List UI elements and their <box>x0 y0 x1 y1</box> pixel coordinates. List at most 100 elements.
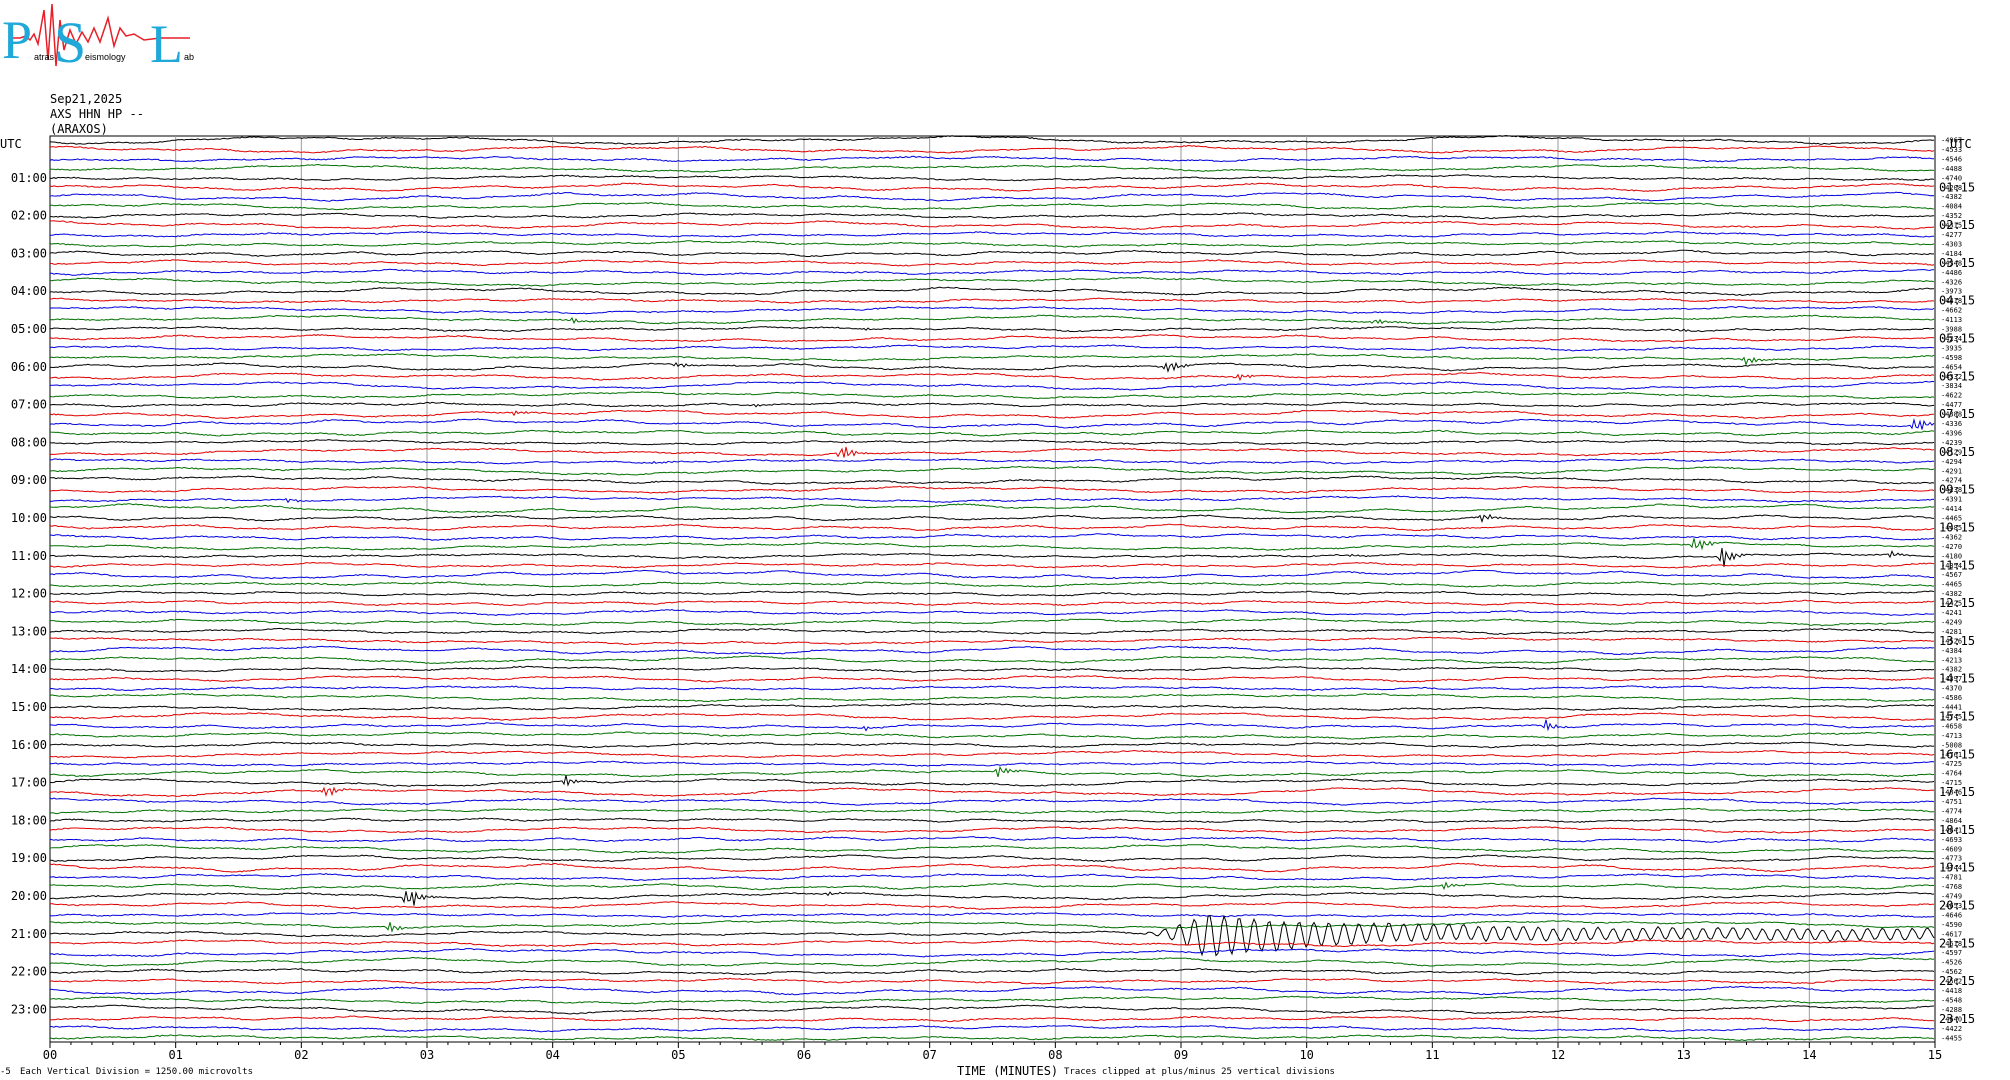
hour-label-right: 03:15 <box>1939 256 1975 270</box>
trace-56 <box>49 665 1935 673</box>
trace-11 <box>49 240 1935 248</box>
trace-58 <box>49 685 1935 692</box>
hour-label-left: 21:00 <box>11 927 47 941</box>
hour-label-left: 10:00 <box>11 511 47 525</box>
trace-23 <box>49 353 1935 367</box>
x-tick-label-01: 01 <box>168 1048 182 1062</box>
trace-offset-label: -4370 <box>1941 685 1962 693</box>
vertical-division-note: Each Vertical Division = 1250.00 microvo… <box>20 1067 253 1077</box>
trace-49 <box>49 599 1935 607</box>
trace-71 <box>49 807 1934 815</box>
trace-87 <box>49 956 1935 967</box>
trace-77 <box>49 862 1935 873</box>
x-tick-label-11: 11 <box>1425 1048 1439 1062</box>
hour-label-right: 06:15 <box>1939 369 1975 383</box>
trace-80 <box>49 890 1934 906</box>
trace-29 <box>49 409 1935 420</box>
hour-label-right: 21:15 <box>1939 936 1975 950</box>
hour-label-left: 09:00 <box>11 473 47 487</box>
trace-48 <box>50 590 1935 597</box>
trace-offset-label: -4303 <box>1941 240 1962 248</box>
trace-3 <box>49 163 1935 173</box>
trace-offset-label: -4084 <box>1941 203 1962 211</box>
trace-79 <box>49 881 1935 891</box>
trace-offset-label: -4622 <box>1941 392 1962 400</box>
x-tick-label-04: 04 <box>545 1048 559 1062</box>
trace-offset-label: -4646 <box>1941 911 1962 919</box>
trace-6 <box>49 191 1935 202</box>
trace-offset-label: -4249 <box>1941 618 1962 626</box>
trace-95 <box>49 1034 1935 1042</box>
trace-offset-label: -4774 <box>1941 807 1962 815</box>
trace-offset-label: -4548 <box>1941 996 1962 1004</box>
hour-label-right: 14:15 <box>1939 672 1975 686</box>
hour-label-right: 08:15 <box>1939 445 1975 459</box>
hour-label-left: 17:00 <box>11 776 47 790</box>
trace-78 <box>49 873 1935 881</box>
trace-20 <box>49 325 1935 333</box>
trace-65 <box>49 749 1935 759</box>
trace-offset-label: -4586 <box>1941 694 1962 702</box>
trace-offset-label: -4455 <box>1941 1034 1962 1042</box>
trace-offset-label: -4526 <box>1941 959 1962 967</box>
hour-label-right: 23:15 <box>1939 1012 1975 1026</box>
trace-offset-label: -4384 <box>1941 647 1962 655</box>
trace-offset-label: -4486 <box>1941 269 1962 277</box>
hour-label-left: 11:00 <box>11 549 47 563</box>
trace-offset-label: -4658 <box>1941 722 1962 730</box>
trace-17 <box>49 297 1935 304</box>
trace-offset-label: -4396 <box>1941 429 1962 437</box>
trace-30 <box>49 417 1935 430</box>
hour-label-right: 17:15 <box>1939 785 1975 799</box>
hour-label-right: 09:15 <box>1939 483 1975 497</box>
trace-offset-label: -4488 <box>1941 165 1962 173</box>
hour-label-right: 12:15 <box>1939 596 1975 610</box>
trace-offset-label: -4567 <box>1941 571 1962 579</box>
hour-label-right: 13:15 <box>1939 634 1975 648</box>
hour-label-left: 14:00 <box>11 662 47 676</box>
trace-offset-label: -4713 <box>1941 732 1962 740</box>
trace-2 <box>49 155 1934 163</box>
hour-label-left: 18:00 <box>11 813 47 827</box>
trace-16 <box>49 286 1935 297</box>
trace-41 <box>49 523 1935 532</box>
trace-37 <box>49 485 1935 494</box>
trace-75 <box>49 843 1935 854</box>
trace-offset-label: -4693 <box>1941 836 1962 844</box>
hour-label-right: 01:15 <box>1939 180 1975 194</box>
trace-67 <box>49 765 1935 778</box>
x-tick-label-09: 09 <box>1174 1048 1188 1062</box>
trace-47 <box>49 581 1935 588</box>
hour-label-left: 02:00 <box>11 209 47 223</box>
trace-offset-label: -4391 <box>1941 496 1962 504</box>
x-tick-label-14: 14 <box>1802 1048 1816 1062</box>
x-tick-label-00: 00 <box>43 1048 57 1062</box>
hour-label-left: 01:00 <box>11 171 47 185</box>
x-tick-label-07: 07 <box>922 1048 936 1062</box>
trace-62 <box>49 719 1935 732</box>
trace-61 <box>49 712 1934 721</box>
hour-label-left: 04:00 <box>11 284 47 298</box>
helicorder-plot: 00 01 02 03 04 05 06 07 08 09 10 11 12 13 14 15-4967-45… <box>11 134 1975 1062</box>
corner-mark: -5 <box>0 1067 11 1077</box>
trace-offset-label: -4781 <box>1941 874 1962 882</box>
trace-offset-label: -4597 <box>1941 949 1962 957</box>
x-tick-label-15: 15 <box>1928 1048 1942 1062</box>
hour-label-left: 12:00 <box>11 587 47 601</box>
trace-60 <box>49 702 1935 712</box>
trace-8 <box>50 212 1935 220</box>
trace-83 <box>49 919 1935 933</box>
trace-offset-label: -4294 <box>1941 458 1962 466</box>
trace-offset-label: -4725 <box>1941 760 1962 768</box>
trace-offset-label: -4609 <box>1941 845 1962 853</box>
trace-offset-label: -4422 <box>1941 1025 1962 1033</box>
trace-66 <box>49 760 1935 767</box>
trace-10 <box>50 231 1935 238</box>
trace-38 <box>49 495 1935 504</box>
trace-offset-label: -4598 <box>1941 354 1962 362</box>
hour-label-left: 03:00 <box>11 246 47 260</box>
trace-27 <box>49 391 1935 400</box>
trace-offset-label: -4465 <box>1941 581 1962 589</box>
trace-85 <box>49 939 1935 948</box>
hour-label-right: 07:15 <box>1939 407 1975 421</box>
